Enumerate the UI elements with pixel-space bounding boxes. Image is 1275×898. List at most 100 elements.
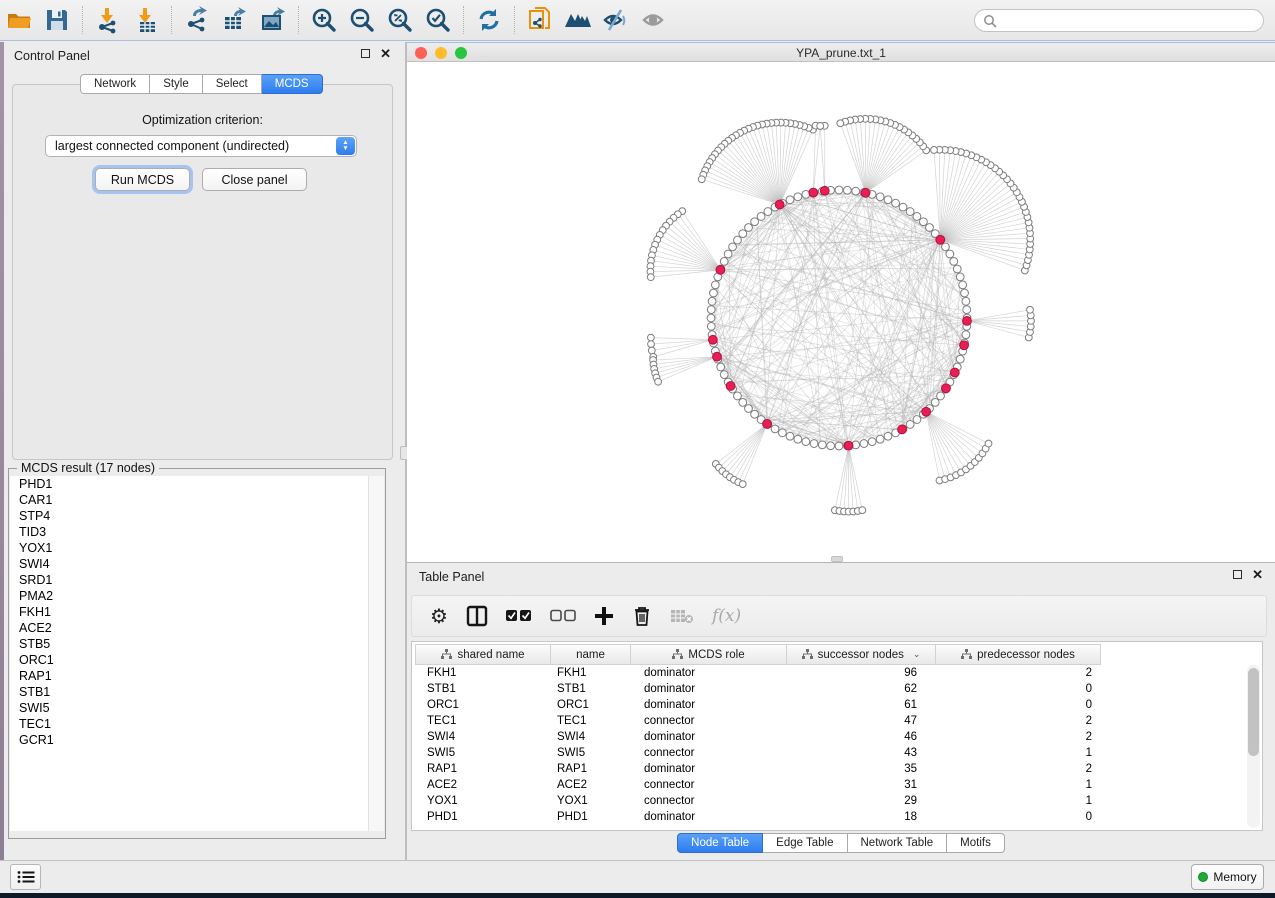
ring-node[interactable] (926, 224, 934, 232)
tab-motifs[interactable]: Motifs (947, 833, 1005, 853)
show-all-icon[interactable] (635, 4, 673, 36)
tab-edge-table[interactable]: Edge Table (763, 833, 847, 853)
dominator-node[interactable] (898, 425, 907, 434)
float-table-panel-icon[interactable] (1233, 570, 1242, 579)
column-header-shared-name[interactable]: shared name (415, 644, 551, 665)
ring-node[interactable] (707, 322, 715, 330)
mcds-result-item[interactable]: PMA2 (10, 588, 370, 604)
zoom-selected-icon[interactable] (419, 4, 457, 36)
leaf-node[interactable] (985, 440, 992, 447)
network-window-titlebar[interactable]: YPA_prune.txt_1 (407, 42, 1275, 62)
import-network-icon[interactable] (89, 4, 127, 36)
ring-node[interactable] (956, 273, 964, 281)
table-row[interactable]: SWI5SWI5connector431 (415, 745, 1248, 761)
mcds-result-item[interactable]: STB1 (10, 684, 370, 700)
tab-network[interactable]: Network (80, 74, 150, 94)
ring-node[interactable] (786, 432, 794, 440)
refresh-icon[interactable] (470, 4, 508, 36)
network-canvas[interactable] (407, 62, 1275, 562)
ring-node[interactable] (734, 236, 742, 244)
mcds-result-item[interactable]: YOX1 (10, 540, 370, 556)
ring-node[interactable] (745, 224, 753, 232)
ring-node[interactable] (906, 421, 914, 429)
leaf-node[interactable] (698, 176, 705, 183)
ring-node[interactable] (739, 398, 747, 406)
dominator-node[interactable] (942, 384, 951, 393)
table-row[interactable]: ACE2ACE2connector311 (415, 777, 1248, 793)
ring-node[interactable] (720, 371, 728, 379)
mcds-result-item[interactable]: CAR1 (10, 492, 370, 508)
tab-style[interactable]: Style (150, 74, 203, 94)
leaf-node[interactable] (1027, 306, 1034, 313)
ring-node[interactable] (959, 281, 967, 289)
dominator-node[interactable] (963, 317, 972, 326)
ring-node[interactable] (953, 265, 961, 273)
ring-node[interactable] (884, 432, 892, 440)
ring-node[interactable] (876, 435, 884, 443)
delete-icon[interactable] (632, 605, 652, 627)
ring-node[interactable] (962, 297, 970, 305)
leaf-node[interactable] (859, 507, 866, 514)
tab-select[interactable]: Select (203, 74, 262, 94)
close-panel-button[interactable]: Close panel (202, 168, 307, 191)
ring-node[interactable] (913, 416, 921, 424)
float-panel-icon[interactable] (361, 49, 370, 58)
run-mcds-button[interactable]: Run MCDS (95, 168, 190, 191)
ring-node[interactable] (956, 355, 964, 363)
ring-node[interactable] (734, 392, 742, 400)
ring-node[interactable] (729, 243, 737, 251)
ring-node[interactable] (717, 363, 725, 371)
ring-node[interactable] (835, 442, 843, 450)
leaf-node[interactable] (931, 147, 938, 154)
ring-node[interactable] (794, 193, 802, 201)
table-scrollbar-thumb[interactable] (1248, 668, 1259, 756)
table-row[interactable]: PHD1PHD1dominator180 (415, 809, 1248, 825)
mcds-result-item[interactable]: GCR1 (10, 732, 370, 748)
mcds-result-item[interactable]: SWI5 (10, 700, 370, 716)
ring-node[interactable] (707, 306, 715, 314)
dominator-node[interactable] (844, 441, 853, 450)
ring-node[interactable] (868, 438, 876, 446)
column-header-name[interactable]: name (551, 644, 631, 665)
columns-icon[interactable] (466, 605, 488, 627)
ring-node[interactable] (919, 218, 927, 226)
dominator-node[interactable] (716, 265, 725, 274)
ring-node[interactable] (843, 186, 851, 194)
ring-node[interactable] (899, 203, 907, 211)
zoom-fit-icon[interactable] (381, 4, 419, 36)
save-icon[interactable] (38, 4, 76, 36)
table-row[interactable]: FKH1FKH1dominator962 (415, 665, 1248, 681)
mcds-result-item[interactable]: STP4 (10, 508, 370, 524)
mcds-result-item[interactable]: RAP1 (10, 668, 370, 684)
tab-mcds[interactable]: MCDS (262, 74, 323, 94)
leaf-node[interactable] (647, 274, 654, 281)
dominator-node[interactable] (809, 188, 818, 197)
column-header-predecessor-nodes[interactable]: predecessor nodes (936, 644, 1101, 665)
dominator-node[interactable] (775, 200, 784, 209)
dominator-node[interactable] (726, 382, 735, 391)
zoom-out-icon[interactable] (343, 4, 381, 36)
open-folder-icon[interactable] (0, 4, 38, 36)
leaf-node[interactable] (837, 120, 844, 127)
ring-node[interactable] (739, 230, 747, 238)
ring-node[interactable] (942, 243, 950, 251)
leaf-node[interactable] (817, 123, 824, 130)
dominator-node[interactable] (763, 419, 772, 428)
table-row[interactable]: YOX1YOX1connector291 (415, 793, 1248, 809)
ring-node[interactable] (794, 435, 802, 443)
mcds-result-item[interactable]: TEC1 (10, 716, 370, 732)
ring-node[interactable] (963, 306, 971, 314)
dominator-node[interactable] (922, 407, 931, 416)
mcds-list-scrollbar[interactable] (368, 476, 384, 831)
mcds-result-item[interactable]: ORC1 (10, 652, 370, 668)
dominator-node[interactable] (950, 368, 959, 377)
mcds-result-item[interactable]: TID3 (10, 524, 370, 540)
table-row[interactable]: TEC1TEC1connector472 (415, 713, 1248, 729)
ring-node[interactable] (802, 438, 810, 446)
close-table-panel-icon[interactable]: ✕ (1252, 570, 1263, 579)
table-row[interactable]: ORC1ORC1dominator610 (415, 697, 1248, 713)
gear-icon[interactable]: ⚙ (430, 604, 448, 629)
mcds-result-item[interactable]: PHD1 (10, 476, 370, 492)
leaf-node[interactable] (648, 347, 655, 354)
first-neighbors-icon[interactable] (559, 4, 597, 36)
